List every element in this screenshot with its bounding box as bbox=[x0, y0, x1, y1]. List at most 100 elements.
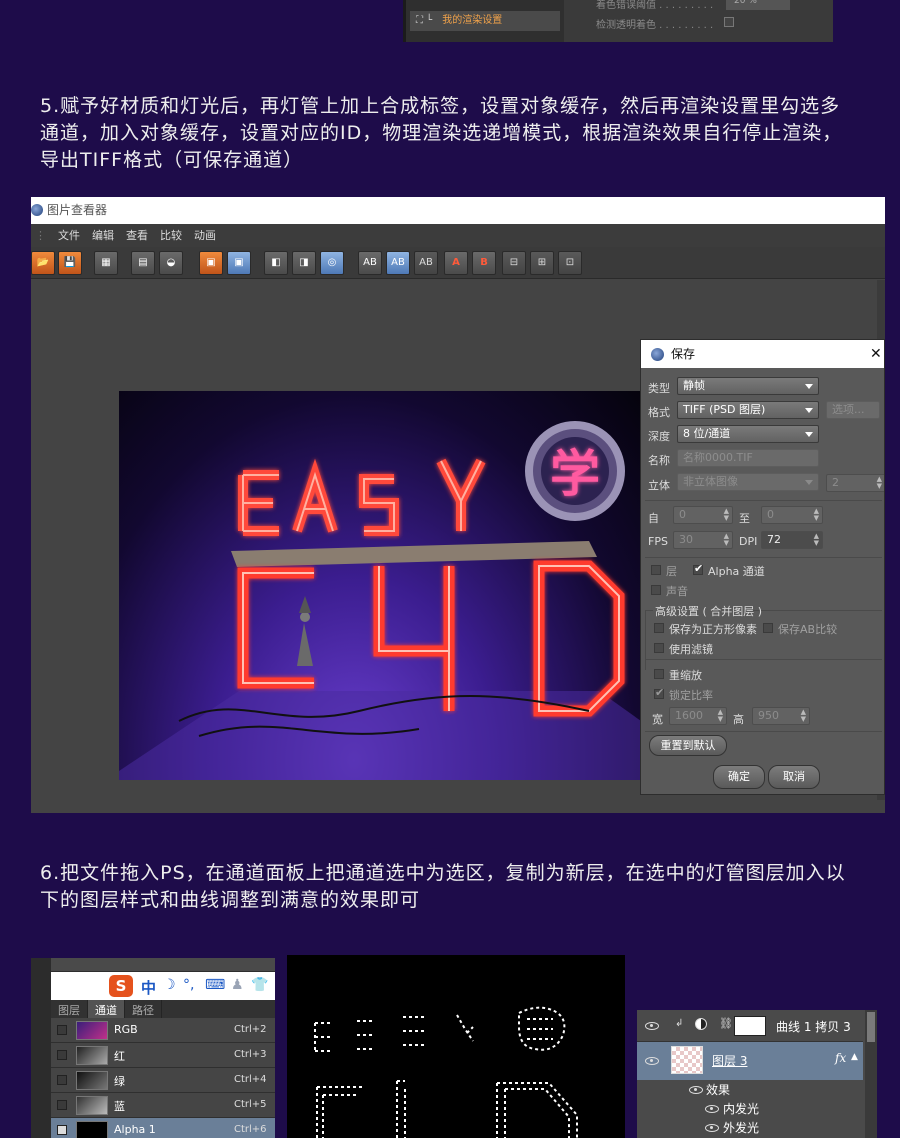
channel-row-green[interactable]: 绿 Ctrl+4 bbox=[51, 1068, 275, 1093]
view-overlay-icon[interactable]: ◎ bbox=[320, 251, 344, 275]
menu-animation[interactable]: 动画 bbox=[194, 224, 216, 247]
name-field[interactable]: 名称0000.TIF bbox=[677, 449, 819, 467]
tab-layers[interactable]: 图层 bbox=[51, 1000, 88, 1018]
channel-name: Alpha 1 bbox=[114, 1123, 156, 1136]
sound-checkbox[interactable] bbox=[651, 585, 661, 595]
menu-view[interactable]: 查看 bbox=[126, 224, 148, 247]
collapse-arrow-icon[interactable]: ▲ bbox=[851, 1052, 858, 1062]
from-field[interactable]: 0 ▲ ▼ bbox=[673, 506, 733, 524]
channel-stack-icon[interactable]: ▤ bbox=[131, 251, 155, 275]
layer-row-layer-3[interactable]: 图层 3 fx ▲ bbox=[637, 1042, 863, 1080]
type-dropdown[interactable]: 静帧 bbox=[677, 377, 819, 395]
options-button[interactable]: 选项... bbox=[826, 401, 880, 419]
to-field[interactable]: 0 ▲ ▼ bbox=[761, 506, 823, 524]
open-folder-icon[interactable]: 📂 bbox=[31, 251, 55, 275]
compare-split-icon[interactable]: ⊟ bbox=[502, 251, 526, 275]
format-dropdown[interactable]: TIFF (PSD 图层) bbox=[677, 401, 819, 419]
save-square-pixels-checkbox[interactable] bbox=[654, 623, 664, 633]
fps-field[interactable]: 30 ▲ ▼ bbox=[673, 531, 733, 549]
detect-transparent-shading-checkbox[interactable] bbox=[724, 17, 734, 27]
eye-icon[interactable] bbox=[705, 1124, 719, 1132]
menu-file[interactable]: 文件 bbox=[58, 224, 80, 247]
divider bbox=[645, 659, 882, 660]
view-compare-icon[interactable]: ◨ bbox=[292, 251, 316, 275]
stereo-dropdown[interactable]: 非立体图像 bbox=[677, 473, 819, 491]
channel-row-alpha-1[interactable]: Alpha 1 Ctrl+6 bbox=[51, 1118, 275, 1138]
compare-flip-icon[interactable]: ⊡ bbox=[558, 251, 582, 275]
channel-shortcut: Ctrl+3 bbox=[234, 1049, 267, 1060]
shading-error-threshold-field[interactable]: 20 % bbox=[726, 0, 790, 10]
stereo-count-field[interactable]: 2 ▲ ▼ bbox=[826, 474, 884, 492]
depth-dropdown[interactable]: 8 位/通道 bbox=[677, 425, 819, 443]
grid-icon[interactable]: ▦ bbox=[94, 251, 118, 275]
channel-row-red[interactable]: 红 Ctrl+3 bbox=[51, 1043, 275, 1068]
punctuation-icon[interactable]: °, bbox=[183, 977, 194, 993]
ps-channels-panel: S 中 ☽ °, ⌨ ♟ 👕 图层 通道 路径 RGB Ctrl+2 红 Ctr… bbox=[31, 958, 275, 1138]
height-label: 高 bbox=[733, 713, 744, 726]
swap-ab-icon[interactable]: AB bbox=[414, 251, 438, 275]
save-icon[interactable]: 💾 bbox=[58, 251, 82, 275]
fx-icon[interactable]: fx bbox=[835, 1051, 846, 1065]
visibility-toggle[interactable] bbox=[57, 1025, 67, 1035]
tab-channels[interactable]: 通道 bbox=[88, 1000, 125, 1018]
skin-shirt-icon[interactable]: 👕 bbox=[251, 977, 268, 993]
width-value: 1600 bbox=[675, 709, 703, 722]
paste-layer-icon[interactable]: ▣ bbox=[227, 251, 251, 275]
dpi-field[interactable]: 72 ▲ ▼ bbox=[761, 531, 823, 549]
type-label: 类型 bbox=[648, 382, 670, 395]
lock-ratio-checkbox[interactable] bbox=[654, 686, 664, 699]
visibility-toggle[interactable] bbox=[57, 1100, 67, 1110]
sogou-logo-icon[interactable]: S bbox=[109, 975, 133, 997]
channel-name: RGB bbox=[114, 1023, 138, 1036]
visibility-toggle[interactable] bbox=[57, 1125, 67, 1135]
moon-icon[interactable]: ☽ bbox=[163, 977, 176, 993]
effects-row[interactable]: 效果 bbox=[637, 1080, 863, 1100]
eye-icon[interactable] bbox=[689, 1086, 703, 1094]
keyboard-icon[interactable]: ⌨ bbox=[205, 977, 225, 993]
save-ab-compare-checkbox[interactable] bbox=[763, 623, 773, 633]
scrollbar-thumb[interactable] bbox=[867, 1012, 875, 1042]
layers-checkbox[interactable] bbox=[651, 565, 661, 575]
histogram-icon[interactable]: ◒ bbox=[159, 251, 183, 275]
layer-row-curves[interactable]: ↲ ⛓ 曲线 1 拷贝 3 bbox=[637, 1010, 863, 1042]
viewer-menubar: ⋮ 文件 编辑 查看 比较 动画 bbox=[31, 224, 885, 247]
width-field[interactable]: 1600 ▲ ▼ bbox=[669, 707, 727, 725]
alpha-channel-checkbox[interactable] bbox=[693, 562, 703, 575]
selection-preview-image bbox=[287, 955, 625, 1138]
cinema4d-logo-icon bbox=[651, 348, 664, 361]
user-icon[interactable]: ♟ bbox=[231, 977, 244, 993]
eye-icon[interactable] bbox=[645, 1022, 659, 1030]
set-b-arrow-icon[interactable]: B bbox=[472, 251, 496, 275]
effect-inner-glow-row[interactable]: 内发光 bbox=[637, 1099, 863, 1119]
layers-scrollbar[interactable] bbox=[865, 1010, 877, 1138]
compare-diff-icon[interactable]: ⊞ bbox=[530, 251, 554, 275]
visibility-toggle[interactable] bbox=[57, 1075, 67, 1085]
viewer-titlebar: 图片查看器 bbox=[31, 197, 885, 224]
height-field[interactable]: 950 ▲ ▼ bbox=[752, 707, 810, 725]
tree-item-my-render-settings[interactable]: ⛶ └ 我的渲染设置 bbox=[410, 11, 560, 31]
stepper-icon: ▲ ▼ bbox=[717, 708, 723, 723]
effect-outer-glow-row[interactable]: 外发光 bbox=[637, 1118, 863, 1138]
rescale-checkbox[interactable] bbox=[654, 669, 664, 679]
copy-layer-icon[interactable]: ▣ bbox=[199, 251, 223, 275]
tab-paths[interactable]: 路径 bbox=[125, 1000, 162, 1018]
reset-to-default-button[interactable]: 重置到默认 bbox=[649, 735, 727, 756]
set-a-arrow-icon[interactable]: A bbox=[444, 251, 468, 275]
cancel-button[interactable]: 取消 bbox=[768, 765, 820, 789]
view-single-icon[interactable]: ◧ bbox=[264, 251, 288, 275]
use-filter-checkbox[interactable] bbox=[654, 643, 664, 653]
eye-icon[interactable] bbox=[645, 1057, 659, 1065]
channel-thumbnail bbox=[76, 1096, 108, 1115]
menu-edit[interactable]: 编辑 bbox=[92, 224, 114, 247]
ime-language-toggle[interactable]: 中 bbox=[141, 977, 156, 998]
close-icon[interactable]: ✕ bbox=[870, 340, 884, 368]
channel-row-blue[interactable]: 蓝 Ctrl+5 bbox=[51, 1093, 275, 1118]
set-a-icon[interactable]: AB bbox=[358, 251, 382, 275]
set-ab-icon[interactable]: AB bbox=[386, 251, 410, 275]
menu-compare[interactable]: 比较 bbox=[160, 224, 182, 247]
channel-thumbnail bbox=[76, 1071, 108, 1090]
channel-row-rgb[interactable]: RGB Ctrl+2 bbox=[51, 1018, 275, 1043]
ok-button[interactable]: 确定 bbox=[713, 765, 765, 789]
visibility-toggle[interactable] bbox=[57, 1050, 67, 1060]
eye-icon[interactable] bbox=[705, 1105, 719, 1113]
